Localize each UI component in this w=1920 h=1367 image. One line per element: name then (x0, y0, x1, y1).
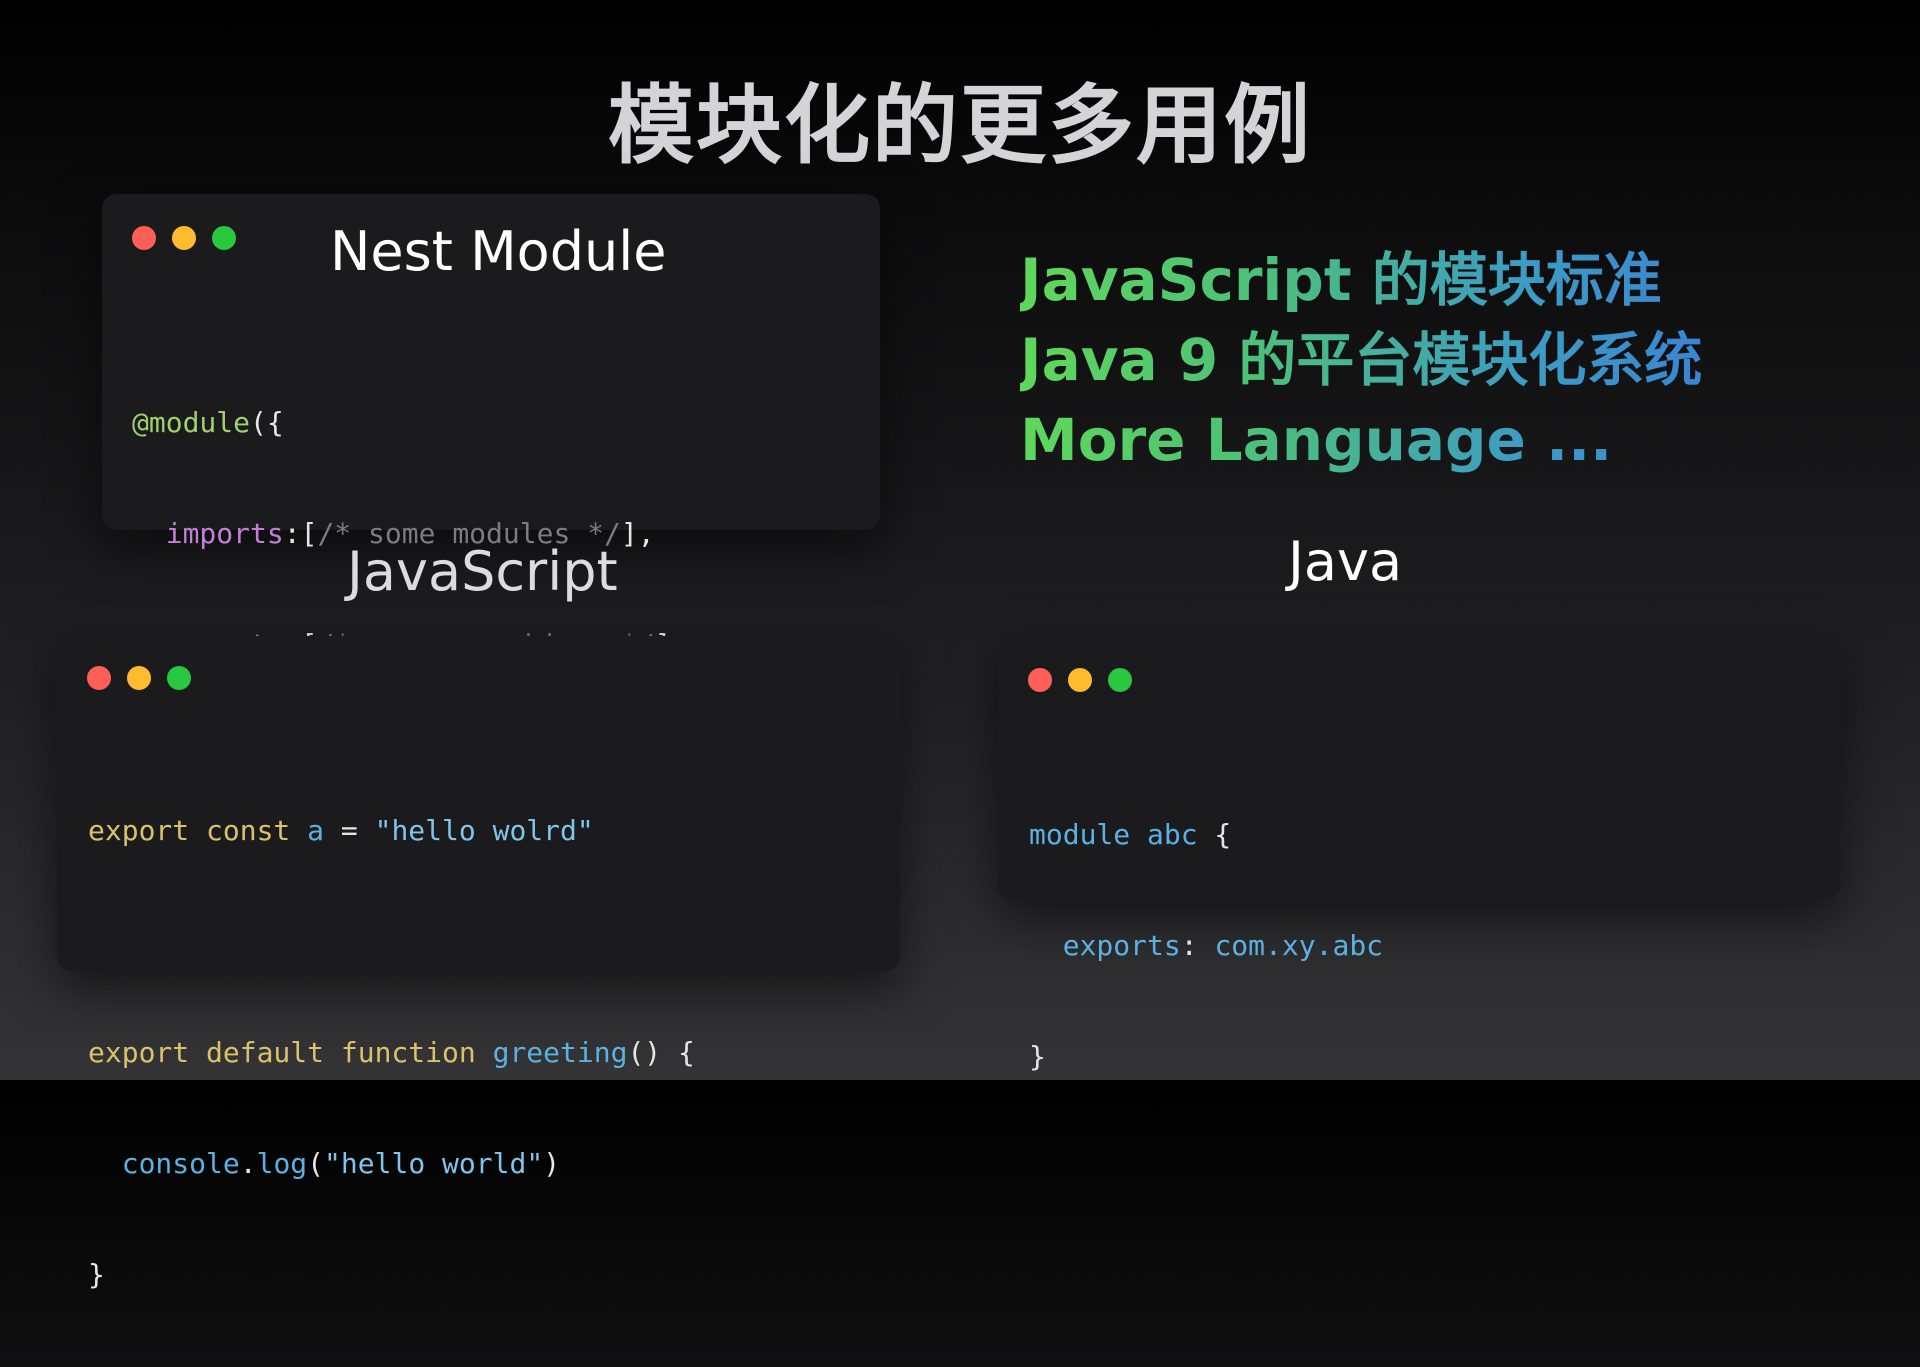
code-token: com.xy.abc (1214, 929, 1384, 962)
code-line: exports: com.xy.abc (1029, 927, 1383, 964)
java-code-card: module abc { exports: com.xy.abc } (998, 638, 1840, 1073)
code-line: export const a = "hello wolrd" (88, 812, 695, 849)
window-controls (87, 666, 191, 690)
code-token: { (1197, 818, 1232, 851)
code-line: } (1029, 1038, 1383, 1075)
code-token: ) (543, 1147, 561, 1180)
code-token: log (256, 1147, 308, 1180)
minimize-dot-icon (127, 666, 151, 690)
javascript-label: JavaScript (347, 540, 618, 603)
feature-item: Java 9 的平台模块化系统 (1020, 320, 1702, 400)
maximize-dot-icon (1108, 668, 1132, 692)
code-token: = (324, 814, 375, 847)
code-token: export default function (88, 1036, 476, 1069)
javascript-code-card: export const a = "hello wolrd" export de… (57, 636, 900, 1291)
window-controls (132, 226, 236, 250)
code-token: } (88, 1258, 105, 1291)
code-line: @module({ (132, 404, 671, 441)
code-line: export default function greeting() { (88, 1034, 695, 1071)
window-controls (1028, 668, 1132, 692)
code-line: module abc { (1029, 816, 1383, 853)
feature-list: JavaScript 的模块标准 Java 9 的平台模块化系统 More La… (1020, 240, 1702, 480)
close-dot-icon (87, 666, 111, 690)
code-token: } (1029, 1040, 1046, 1073)
code-token: console (121, 1147, 240, 1180)
java-label: Java (1288, 530, 1403, 593)
code-string: "hello wolrd" (374, 814, 594, 847)
maximize-dot-icon (212, 226, 236, 250)
maximize-dot-icon (167, 666, 191, 690)
code-token: :[ (283, 517, 318, 550)
code-token: : (1180, 929, 1215, 962)
code-token: imports (165, 517, 284, 550)
code-token: ( (307, 1147, 325, 1180)
code-token: greeting (492, 1036, 628, 1069)
javascript-code: export const a = "hello wolrd" export de… (88, 738, 695, 1367)
nest-module-title: Nest Module (330, 220, 667, 283)
code-token: ({ (250, 406, 284, 439)
feature-item: JavaScript 的模块标准 (1020, 240, 1702, 320)
close-dot-icon (1028, 668, 1052, 692)
code-token: . (239, 1147, 257, 1180)
code-token: exports (1062, 929, 1181, 962)
code-token: module abc (1029, 818, 1198, 851)
close-dot-icon (132, 226, 156, 250)
code-token: @module (132, 406, 251, 439)
nest-module-card: Nest Module @module({ imports:[/* some m… (102, 194, 880, 772)
code-token: a (307, 814, 325, 847)
code-string: "hello world" (324, 1147, 544, 1180)
code-token: ], (620, 517, 655, 550)
code-token: () { (627, 1036, 695, 1069)
java-code: module abc { exports: com.xy.abc } (1029, 742, 1383, 1149)
feature-item: More Language ... (1020, 400, 1702, 480)
code-line: } (88, 1256, 695, 1293)
minimize-dot-icon (1068, 668, 1092, 692)
code-line: console.log("hello world") (88, 1145, 695, 1182)
slide-title: 模块化的更多用例 (608, 76, 1312, 176)
minimize-dot-icon (172, 226, 196, 250)
code-token: export const (88, 814, 291, 847)
